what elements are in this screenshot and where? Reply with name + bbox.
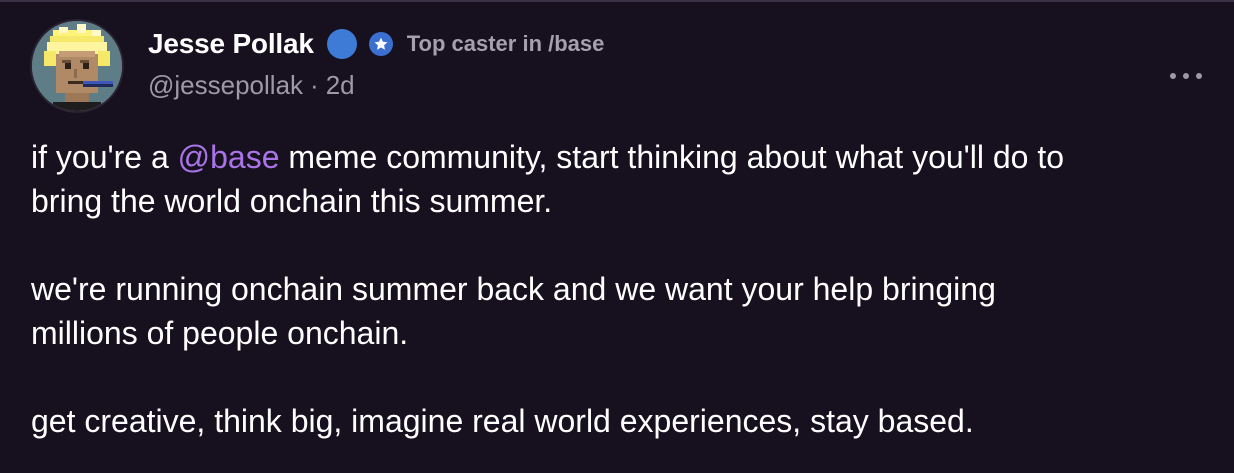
post-age[interactable]: 2d	[326, 70, 355, 101]
author-display-name[interactable]: Jesse Pollak	[148, 28, 314, 60]
cast-body: if you're a @base meme community, start …	[31, 135, 1211, 443]
author-avatar[interactable]	[32, 21, 122, 111]
ellipsis-icon	[1170, 73, 1202, 79]
paragraph-1-line-1: if you're a @base meme community, start …	[31, 139, 1065, 175]
verified-badge-icon	[326, 29, 357, 59]
paragraph-2-line-1: we're running onchain summer back and we…	[31, 271, 996, 307]
handle-row: @jessepollak · 2d	[148, 70, 604, 101]
cast-header: Jesse Pollak Top caster in /base @jessep…	[148, 24, 604, 101]
meta-separator: ·	[310, 70, 319, 100]
pixel-punk-avatar-icon	[32, 21, 122, 111]
top-caster-badge[interactable]: Top caster in /base	[368, 31, 605, 57]
author-handle[interactable]: @jessepollak	[148, 70, 303, 101]
name-row: Jesse Pollak Top caster in /base	[148, 24, 604, 64]
star-badge-icon	[368, 32, 393, 56]
paragraph-3-line-1: get creative, think big, imagine real wo…	[31, 403, 974, 439]
mention-link[interactable]: @base	[178, 139, 280, 175]
more-options-button[interactable]	[1166, 62, 1206, 90]
top-caster-label: Top caster in /base	[406, 31, 605, 56]
cast-card[interactable]: Jesse Pollak Top caster in /base @jessep…	[0, 0, 1234, 473]
paragraph-2-line-2: millions of people onchain.	[31, 315, 409, 351]
paragraph-1-line-2: bring the world onchain this summer.	[31, 183, 553, 219]
